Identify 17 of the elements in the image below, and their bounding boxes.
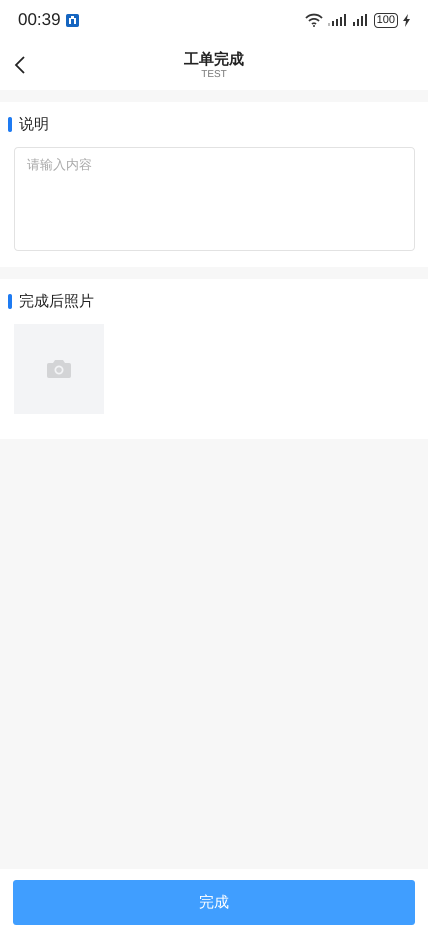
signal-icon <box>328 14 348 26</box>
battery-level: 100 <box>374 12 398 28</box>
section-marker <box>8 294 12 308</box>
back-icon[interactable] <box>14 55 26 75</box>
camera-icon <box>47 360 71 378</box>
section-title: 说明 <box>19 114 49 134</box>
section-marker <box>8 116 12 132</box>
page-title: 工单完成 <box>184 50 244 68</box>
section-title: 完成后照片 <box>19 292 94 310</box>
wifi-icon <box>304 13 323 27</box>
status-time: 00:39 <box>18 10 61 30</box>
app-notification-icon <box>66 14 79 26</box>
page-subtitle: TEST <box>201 68 227 80</box>
description-input[interactable]: 请输入内容 <box>14 147 415 251</box>
signal-icon <box>352 14 369 26</box>
charging-icon <box>403 14 410 26</box>
complete-button[interactable]: 完成 <box>13 880 415 925</box>
